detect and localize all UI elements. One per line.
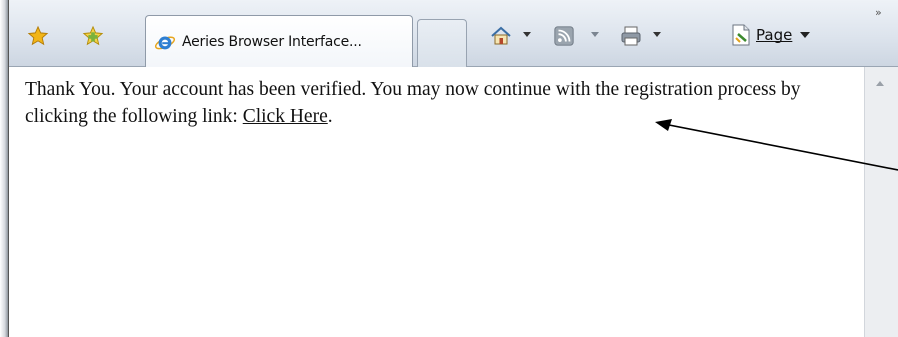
home-icon bbox=[491, 26, 511, 45]
scroll-up-arrow-icon[interactable] bbox=[876, 81, 884, 86]
feeds-dropdown-arrow[interactable] bbox=[591, 32, 599, 37]
ie-logo-icon bbox=[154, 36, 176, 49]
vertical-scrollbar[interactable] bbox=[864, 67, 898, 337]
browser-toolbar: Aeries Browser Interface... Page » bbox=[9, 0, 898, 67]
print-icon bbox=[621, 26, 641, 46]
window-left-edge bbox=[0, 0, 8, 337]
add-favorites-button[interactable] bbox=[79, 23, 107, 49]
rss-feed-icon bbox=[554, 26, 574, 46]
print-dropdown-arrow[interactable] bbox=[653, 32, 661, 37]
home-dropdown-arrow[interactable] bbox=[523, 32, 531, 37]
page-menu-label: Page bbox=[756, 26, 793, 44]
browser-window: Aeries Browser Interface... Page » Thank… bbox=[8, 0, 898, 337]
favorites-star-icon bbox=[27, 25, 49, 46]
print-button[interactable] bbox=[619, 23, 643, 49]
tab-aeries-browser-interface[interactable]: Aeries Browser Interface... bbox=[145, 15, 413, 67]
page-icon bbox=[732, 24, 750, 46]
feeds-button[interactable] bbox=[553, 23, 575, 49]
verification-message: Thank You. Your account has been verifie… bbox=[25, 76, 855, 130]
page-menu-button[interactable]: Page bbox=[731, 21, 811, 49]
toolbar-overflow-chevron[interactable]: » bbox=[875, 6, 882, 19]
home-button[interactable] bbox=[489, 23, 513, 49]
message-period: . bbox=[327, 106, 333, 127]
favorites-button[interactable] bbox=[24, 23, 52, 49]
page-dropdown-arrow bbox=[800, 32, 811, 38]
tab-title: Aeries Browser Interface... bbox=[182, 33, 362, 50]
message-text: Thank You. Your account has been verifie… bbox=[25, 79, 801, 127]
click-here-link[interactable]: Click Here bbox=[243, 106, 328, 127]
add-favorites-icon bbox=[82, 25, 104, 46]
new-tab-button[interactable] bbox=[417, 19, 467, 67]
